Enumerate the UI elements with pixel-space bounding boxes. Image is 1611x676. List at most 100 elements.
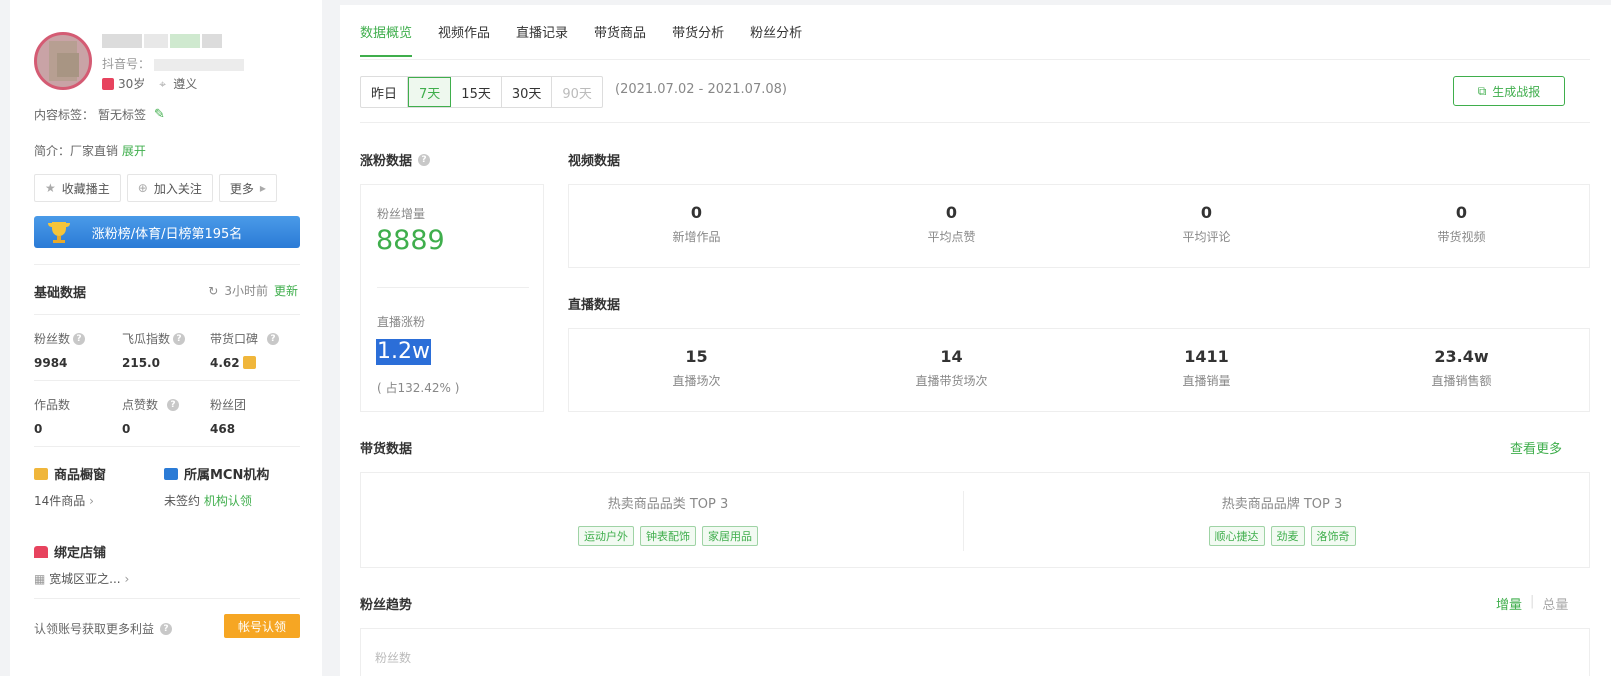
fans-trend-chart: 粉丝数 (360, 628, 1590, 676)
metric-label: 直播销量 (1182, 374, 1231, 388)
update-link[interactable]: 更新 (274, 282, 298, 299)
metric-value: 0 (945, 203, 958, 222)
generate-report-button[interactable]: ⧉ 生成战报 (1453, 76, 1565, 106)
divider (34, 446, 300, 447)
metric-value: 23.4w (1434, 347, 1489, 366)
help-icon[interactable]: ? (173, 332, 186, 345)
chevron-right-icon: › (89, 494, 94, 508)
fans-increase-label: 粉丝增量 (377, 207, 426, 221)
range-15d[interactable]: 15天 (451, 77, 502, 107)
stat-fans: 粉丝数? 9984 (34, 330, 86, 370)
category-tag[interactable]: 家居用品 (702, 526, 758, 546)
fans-growth-title-text: 涨粉数据 (360, 154, 413, 169)
metric-new-works: 0 新增作品 (569, 185, 824, 267)
category-tag[interactable]: 运动户外 (578, 526, 634, 546)
tab-sales-analysis[interactable]: 带货分析 (672, 22, 724, 57)
date-range: (2021.07.02 - 2021.07.08) (615, 82, 787, 97)
live-data-title: 直播数据 (568, 298, 621, 313)
basic-data-title: 基础数据 (34, 286, 87, 301)
trend-increase-toggle[interactable]: 增量 (1496, 594, 1522, 613)
goods-data-title: 带货数据 (360, 442, 413, 457)
brand-tag[interactable]: 洛饰奇 (1310, 526, 1356, 546)
main-panel: 数据概览 视频作品 直播记录 带货商品 带货分析 粉丝分析 昨日 7天 15天 … (340, 0, 1611, 676)
avatar[interactable] (34, 32, 92, 90)
video-data-title: 视频数据 (568, 154, 621, 169)
metric-label: 平均评论 (1182, 230, 1231, 244)
intro-label: 简介： (34, 144, 71, 158)
metric-sales-videos: 0 带货视频 (1334, 185, 1589, 267)
metric-value: 15 (685, 347, 708, 366)
edit-icon[interactable]: ✎ (154, 107, 165, 122)
location-icon: ⌖ (159, 76, 167, 91)
stat-value: 9984 (34, 356, 68, 370)
showcase-link[interactable]: 14件商品 › (34, 492, 94, 509)
content-tag-value: 暂无标签 (98, 108, 147, 122)
trophy-icon (48, 222, 70, 243)
update-row: ↻ 3小时前 更新 (208, 282, 298, 299)
divider (34, 314, 300, 315)
profile-panel: 抖音号： 30岁 ⌖ 遵义 内容标签： 暂无标签 ✎ 简介：厂家直销 展开 ★ 收… (10, 0, 322, 676)
tab-live-records[interactable]: 直播记录 (516, 22, 568, 57)
view-more-link[interactable]: 查看更多 (1510, 438, 1562, 457)
caret-right-icon: ▸ (259, 181, 266, 195)
douyin-id-label: 抖音号： (102, 57, 151, 71)
mcn-title-text: 所属MCN机构 (184, 468, 270, 483)
claim-text: 认领账号获取更多利益 (34, 622, 155, 636)
metric-label: 直播销售额 (1431, 374, 1492, 388)
tab-fans-analysis[interactable]: 粉丝分析 (750, 22, 802, 57)
metric-label: 新增作品 (672, 230, 721, 244)
stat-works: 作品数 0 (34, 396, 70, 436)
tab-overview[interactable]: 数据概览 (360, 22, 413, 57)
star-icon: ★ (45, 181, 56, 195)
mcn-row: 未签约 机构认领 (164, 492, 252, 509)
stat-label: 点赞数 (122, 398, 159, 412)
metric-label: 直播场次 (672, 374, 721, 388)
toggle-separator: | (1530, 594, 1535, 609)
category-tag[interactable]: 钟表配饰 (640, 526, 696, 546)
stat-value: 0 (34, 422, 43, 436)
brand-tag[interactable]: 劲麦 (1270, 526, 1305, 546)
help-icon[interactable]: ? (418, 153, 431, 166)
action-buttons: ★ 收藏播主 ⊕ 加入关注 更多 ▸ (34, 174, 277, 202)
intro-expand-link[interactable]: 展开 (122, 144, 146, 158)
store-name: 宽城区亚之... (49, 572, 121, 586)
range-7d[interactable]: 7天 (408, 77, 452, 107)
more-button[interactable]: 更多 ▸ (218, 174, 277, 202)
mcn-title: 所属MCN机构 (164, 464, 269, 483)
follow-button[interactable]: ⊕ 加入关注 (126, 174, 213, 202)
favorite-button[interactable]: ★ 收藏播主 (34, 174, 121, 202)
rank-banner[interactable]: 涨粉榜/体育/日榜第195名 (34, 216, 300, 248)
store-link[interactable]: ▦ 宽城区亚之... › (34, 570, 129, 587)
range-selector: 昨日 7天 15天 30天 90天 (360, 76, 603, 108)
stat-label: 粉丝团 (210, 398, 247, 412)
rank-banner-text: 涨粉榜/体育/日榜第195名 (91, 226, 243, 242)
range-yesterday[interactable]: 昨日 (361, 77, 409, 107)
help-icon[interactable]: ? (160, 622, 173, 635)
stat-fan-club: 粉丝团 468 (210, 396, 246, 436)
brand-tag[interactable]: 顺心捷达 (1208, 526, 1265, 546)
stat-label: 带货口碑 (210, 332, 259, 346)
douyin-id-redacted (154, 58, 245, 71)
plus-circle-icon: ⊕ (137, 181, 148, 195)
claim-account-button[interactable]: 帐号认领 (224, 614, 300, 638)
help-icon[interactable]: ? (73, 332, 86, 345)
range-90d[interactable]: 90天 (552, 77, 602, 107)
tab-divider (360, 59, 1590, 60)
range-30d[interactable]: 30天 (502, 77, 553, 107)
tab-videos[interactable]: 视频作品 (438, 22, 490, 57)
profile-meta: 30岁 ⌖ 遵义 (102, 75, 197, 92)
name-redacted (102, 34, 242, 52)
divider (34, 380, 300, 381)
stat-feigua-index: 飞瓜指数? 215.0 (122, 330, 186, 370)
help-icon[interactable]: ? (267, 332, 280, 345)
metric-live-sales-sessions: 14 直播带货场次 (824, 329, 1079, 411)
mcn-claim-link[interactable]: 机构认领 (204, 494, 252, 508)
tab-products[interactable]: 带货商品 (594, 22, 646, 57)
goods-card: 热卖商品品类 TOP 3 运动户外 钟表配饰 家居用品 热卖商品品牌 TOP 3… (360, 472, 1590, 568)
live-metrics: 15 直播场次 14 直播带货场次 1411 直播销量 23.4w 直播销售额 (568, 328, 1590, 412)
fans-growth-card: 粉丝增量 8889 直播涨粉 1.2w ( 占132.42% ) (360, 184, 544, 412)
fans-growth-title: 涨粉数据? (360, 150, 431, 169)
metric-avg-comments: 0 平均评论 (1079, 185, 1334, 267)
help-icon[interactable]: ? (167, 398, 180, 411)
trend-total-toggle[interactable]: 总量 (1542, 594, 1568, 613)
